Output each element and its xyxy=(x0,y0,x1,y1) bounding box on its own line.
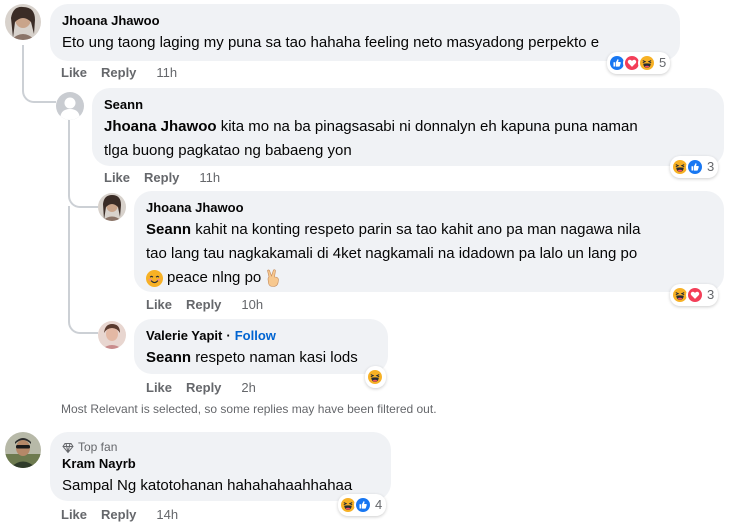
comment-text: Seann respeto naman kasi lods xyxy=(146,346,376,370)
haha-reaction-icon xyxy=(366,368,384,386)
comment-author[interactable]: Valerie Yapit xyxy=(146,327,222,344)
smiling-emoji-icon xyxy=(146,269,163,287)
reaction-count: 3 xyxy=(707,159,715,174)
reaction-count: 5 xyxy=(659,55,667,70)
separator-dot: · xyxy=(226,328,231,343)
haha-reaction-icon xyxy=(638,54,656,72)
comment-author[interactable]: Jhoana Jhawoo xyxy=(146,199,712,216)
comment-actions: Like Reply 11h xyxy=(61,65,177,81)
filter-note: Most Relevant is selected, so some repli… xyxy=(61,402,437,416)
like-button[interactable]: Like xyxy=(61,65,87,81)
follow-button[interactable]: Follow xyxy=(235,327,276,344)
reply-button[interactable]: Reply xyxy=(186,380,221,396)
comment-author[interactable]: Seann xyxy=(104,96,712,113)
comment-text-line: respeto naman kasi lods xyxy=(195,349,358,366)
timestamp[interactable]: 11h xyxy=(156,65,177,81)
reaction-count: 3 xyxy=(707,287,715,302)
comment-actions: Like Reply 11h xyxy=(104,170,220,186)
like-reaction-icon xyxy=(686,158,704,176)
comment-bubble: Jhoana Jhawoo Eto ung taong laging my pu… xyxy=(50,4,680,61)
comment-author[interactable]: Kram Nayrb xyxy=(62,455,379,472)
comment-text-line: kita mo na ba pinagsasabi ni donnalyn eh… xyxy=(220,118,638,135)
top-fan-badge: Top fan xyxy=(62,440,379,455)
like-button[interactable]: Like xyxy=(146,297,172,313)
reply-button[interactable]: Reply xyxy=(101,507,136,523)
comment-header: Valerie Yapit · Follow xyxy=(146,327,376,344)
reaction-summary[interactable]: 3 xyxy=(670,156,719,178)
timestamp[interactable]: 10h xyxy=(241,297,263,313)
top-fan-label: Top fan xyxy=(78,440,118,454)
timestamp[interactable]: 2h xyxy=(241,380,255,396)
victory-hand-emoji-icon xyxy=(265,269,281,287)
comment-text-line: tlga buong pagkatao ng babaeng yon xyxy=(104,142,352,159)
reaction-summary[interactable]: 5 xyxy=(607,52,671,74)
reply-button[interactable]: Reply xyxy=(144,170,179,186)
avatar[interactable] xyxy=(98,321,126,349)
diamond-icon xyxy=(62,442,74,453)
thread-line xyxy=(68,206,98,334)
comment-author[interactable]: Jhoana Jhawoo xyxy=(62,12,668,29)
avatar[interactable] xyxy=(5,432,41,468)
comment-actions: Like Reply 10h xyxy=(146,297,263,313)
comment-text-row: peace nlng po xyxy=(146,266,712,290)
reaction-summary[interactable]: 4 xyxy=(338,494,387,516)
like-button[interactable]: Like xyxy=(61,507,87,523)
mention-link[interactable]: Seann xyxy=(146,349,191,366)
love-reaction-icon xyxy=(686,286,704,304)
comment-bubble: Jhoana Jhawoo Seann kahit na konting res… xyxy=(134,191,724,292)
comment-bubble: Top fan Kram Nayrb Sampal Ng katotohanan… xyxy=(50,432,391,501)
comment-text-line: kahit na konting respeto parin sa tao ka… xyxy=(195,221,641,238)
avatar[interactable] xyxy=(5,4,41,40)
like-reaction-icon xyxy=(354,496,372,514)
comment-actions: Like Reply 14h xyxy=(61,507,178,523)
comment-text: Sampal Ng katotohanan hahahahaahhahaa xyxy=(62,477,353,494)
reaction-summary[interactable]: 3 xyxy=(670,284,719,306)
reply-button[interactable]: Reply xyxy=(186,297,221,313)
timestamp[interactable]: 11h xyxy=(199,170,220,186)
thread-line xyxy=(22,45,56,103)
reaction-count: 4 xyxy=(375,497,383,512)
comment-actions: Like Reply 2h xyxy=(146,380,256,396)
comment-text-line: tao lang tau nagkakamali di 4ket nagkama… xyxy=(146,245,638,262)
avatar[interactable] xyxy=(98,193,126,221)
reply-button[interactable]: Reply xyxy=(101,65,136,81)
avatar[interactable] xyxy=(56,92,84,120)
timestamp[interactable]: 14h xyxy=(156,507,178,523)
comment-text: Jhoana Jhawoo kita mo na ba pinagsasabi … xyxy=(104,115,712,139)
comment-bubble: Valerie Yapit · Follow Seann respeto nam… xyxy=(134,319,388,374)
like-button[interactable]: Like xyxy=(146,380,172,396)
comment-text: Eto ung taong laging my puna sa tao haha… xyxy=(62,34,600,51)
like-button[interactable]: Like xyxy=(104,170,130,186)
reaction-summary[interactable] xyxy=(365,366,386,388)
comment-bubble: Seann Jhoana Jhawoo kita mo na ba pinags… xyxy=(92,88,724,166)
mention-link[interactable]: Jhoana Jhawoo xyxy=(104,118,217,135)
mention-link[interactable]: Seann xyxy=(146,221,191,238)
comment-text-line: peace nlng po xyxy=(167,269,262,286)
comment-text: Seann kahit na konting respeto parin sa … xyxy=(146,218,712,242)
